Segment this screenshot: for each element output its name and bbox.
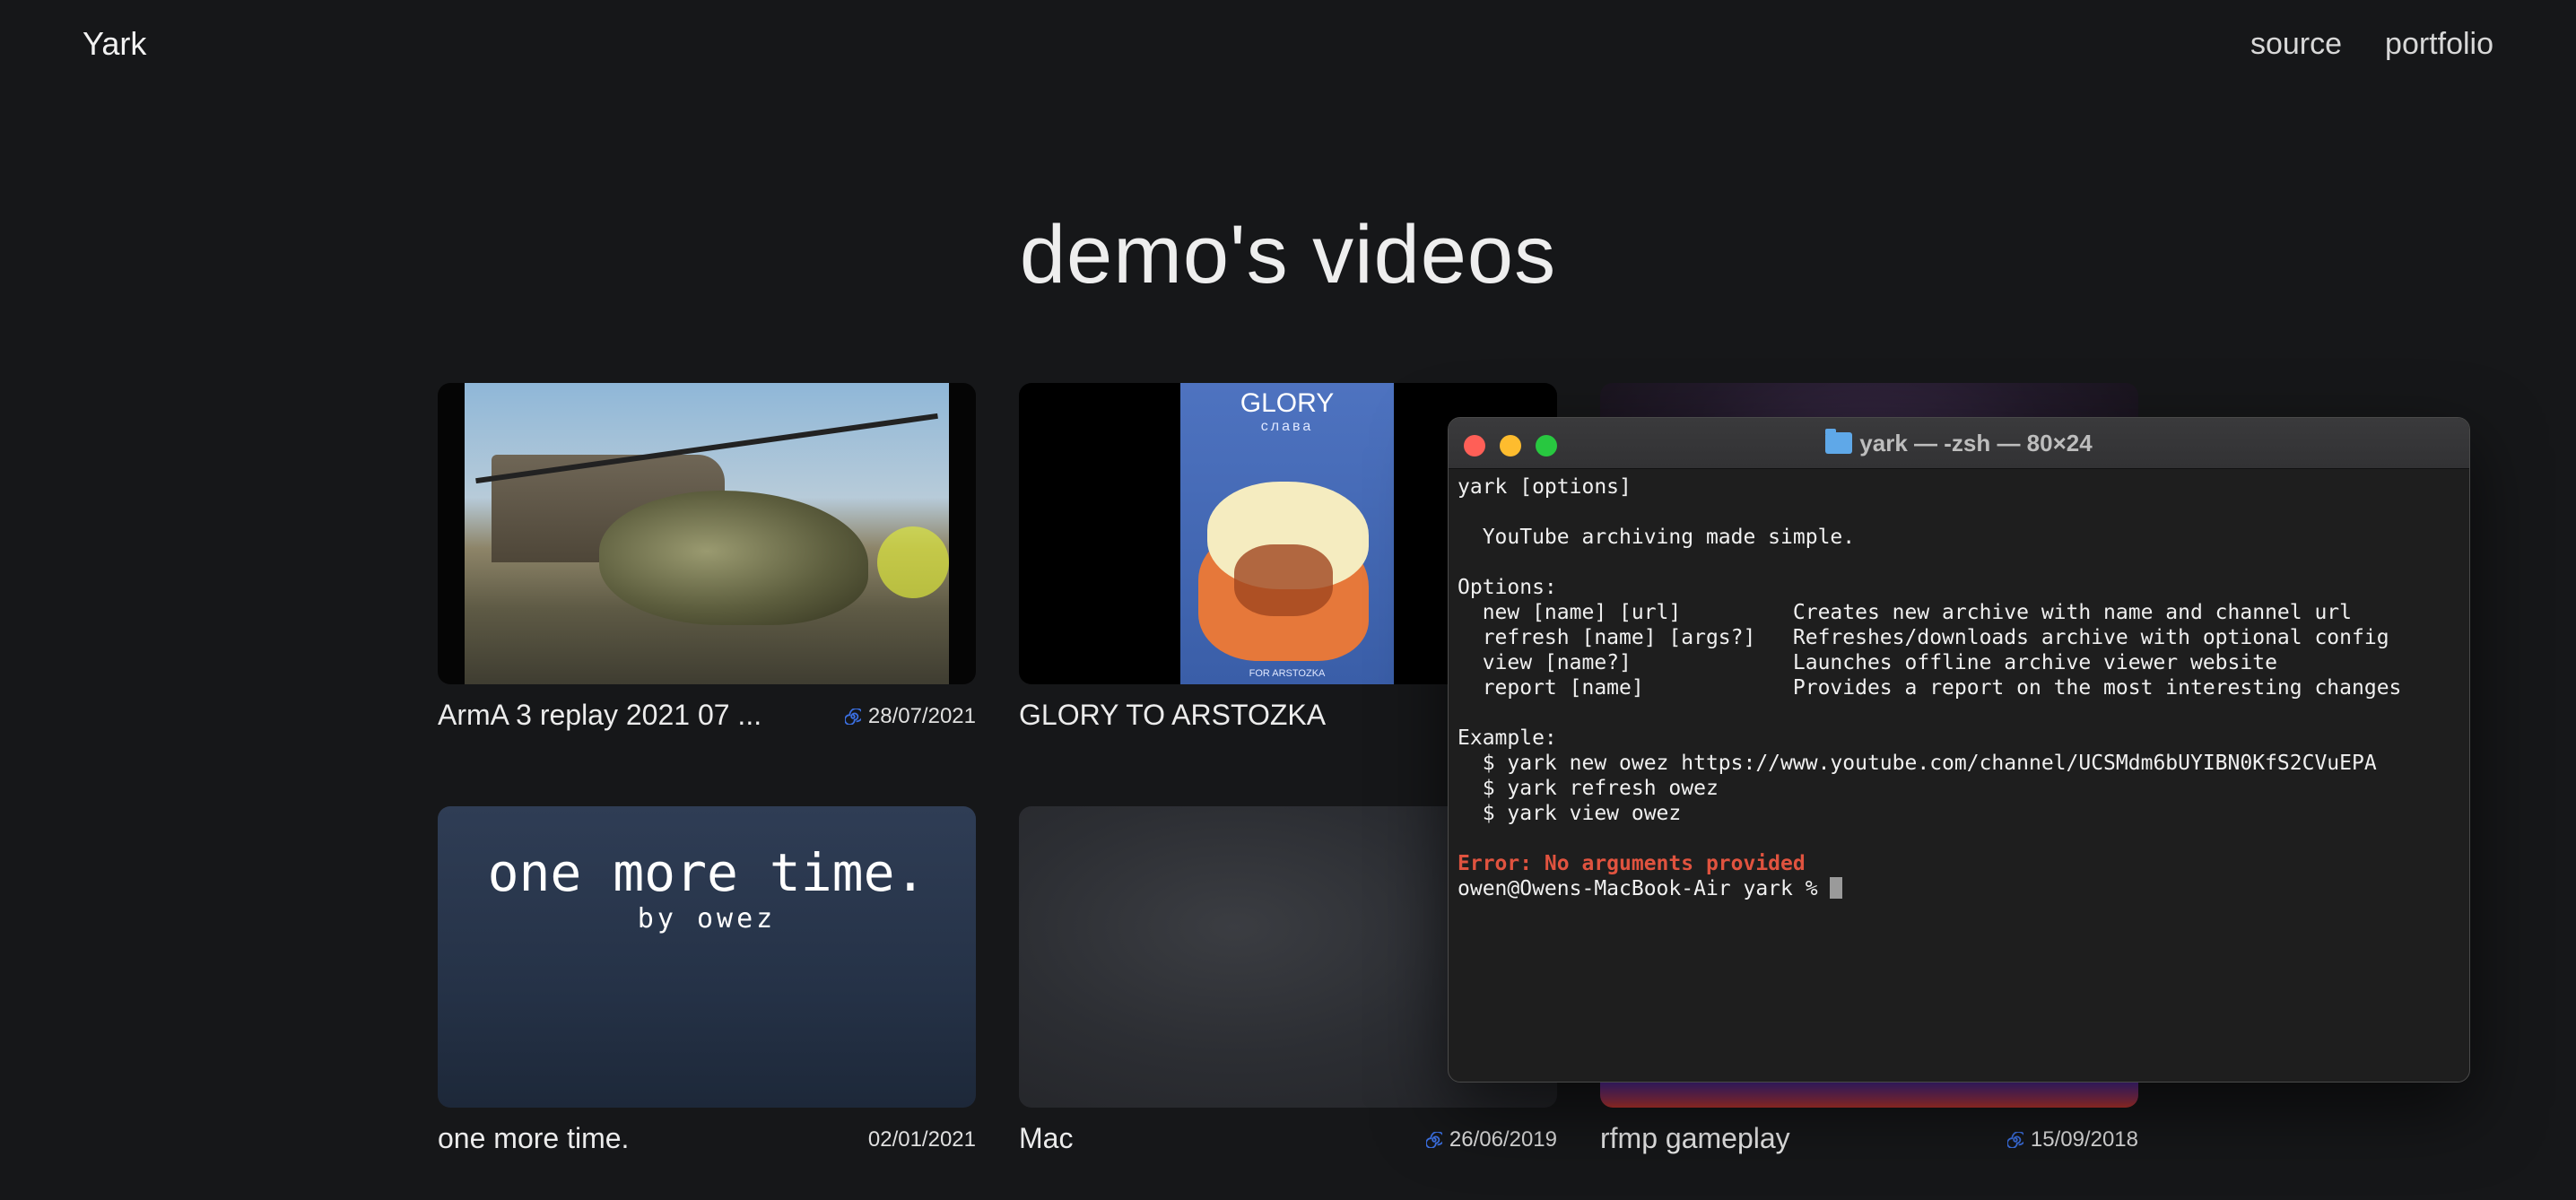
video-date: 02/01/2021: [868, 1127, 976, 1152]
terminal-line: report [name] Provides a report on the m…: [1458, 676, 2402, 700]
terminal-prompt: owen@Owens-MacBook-Air yark %: [1458, 877, 1831, 900]
video-title[interactable]: ArmA 3 replay 2021 07 ...: [438, 699, 761, 732]
terminal-titlebar[interactable]: yark — -zsh — 80×24: [1449, 418, 2469, 469]
thumbnail-detail: [1234, 544, 1333, 616]
video-title[interactable]: one more time.: [438, 1122, 629, 1155]
brand-logo[interactable]: Yark: [83, 25, 146, 63]
terminal-title-text: yark — -zsh — 80×24: [1859, 430, 2093, 457]
terminal-prompt-line[interactable]: owen@Owens-MacBook-Air yark %: [1458, 876, 2460, 901]
video-date-text: 28/07/2021: [867, 704, 976, 728]
terminal-line: refresh [name] [args?] Refreshes/downloa…: [1458, 626, 2389, 649]
video-card[interactable]: one more time. by owez one more time. 02…: [438, 806, 976, 1169]
poster-subtitle: слава: [1260, 419, 1314, 434]
nav-link-portfolio[interactable]: portfolio: [2385, 27, 2493, 62]
folder-icon: [1825, 429, 1853, 454]
terminal-line: view [name?] Launches offline archive vi…: [1458, 651, 2277, 674]
updated-spiral-icon: [2006, 1132, 2023, 1148]
video-date-text: 02/01/2021: [867, 1127, 976, 1152]
terminal-error-line: Error: No arguments provided: [1458, 852, 1806, 875]
video-date: 15/09/2018: [2006, 1127, 2138, 1152]
thumbnail-title-text: one more time.: [487, 842, 927, 903]
thumbnail-image: [465, 383, 949, 684]
top-nav-bar: Yark source portfolio: [0, 0, 2576, 90]
terminal-title: yark — -zsh — 80×24: [1449, 429, 2469, 457]
terminal-line: $ yark view owez: [1458, 802, 1682, 825]
terminal-line: $ yark refresh owez: [1458, 777, 1719, 800]
thumbnail-detail: [599, 491, 868, 625]
video-thumbnail[interactable]: one more time. by owez: [438, 806, 976, 1108]
terminal-line: yark [options]: [1458, 475, 1632, 499]
updated-spiral-icon: [1425, 1132, 1442, 1148]
poster-footer: FOR ARSTOZKA: [1249, 668, 1326, 679]
video-title[interactable]: rfmp gameplay: [1600, 1122, 1790, 1155]
terminal-line: Options:: [1458, 576, 1557, 599]
terminal-output[interactable]: yark [options] YouTube archiving made si…: [1449, 469, 2469, 907]
text-cursor: [1830, 877, 1843, 899]
updated-spiral-icon: [844, 709, 861, 725]
thumbnail-subtitle-text: by owez: [637, 903, 777, 935]
video-date-text: 15/09/2018: [2030, 1127, 2138, 1152]
video-date: 26/06/2019: [1425, 1127, 1557, 1152]
video-title[interactable]: Mac: [1019, 1122, 1073, 1155]
terminal-window[interactable]: yark — -zsh — 80×24 yark [options] YouTu…: [1448, 417, 2470, 1083]
terminal-line: Example:: [1458, 726, 1557, 750]
video-date: 28/07/2021: [844, 704, 976, 729]
terminal-line: $ yark new owez https://www.youtube.com/…: [1458, 752, 2377, 775]
thumbnail-image: GLORY слава FOR ARSTOZKA: [1180, 383, 1394, 684]
video-thumbnail[interactable]: [438, 383, 976, 684]
terminal-line: new [name] [url] Creates new archive wit…: [1458, 601, 2352, 624]
thumbnail-detail: [877, 526, 949, 598]
poster-title: GLORY: [1240, 388, 1335, 418]
video-date-text: 26/06/2019: [1449, 1127, 1557, 1152]
nav-link-source[interactable]: source: [2250, 27, 2342, 62]
video-title[interactable]: GLORY TO ARSTOZKA: [1019, 699, 1326, 732]
page-title: demo's videos: [1019, 209, 1557, 300]
terminal-line: YouTube archiving made simple.: [1458, 526, 1856, 549]
nav-links: source portfolio: [2250, 27, 2493, 62]
video-card[interactable]: ArmA 3 replay 2021 07 ... 28/07/2021: [438, 383, 976, 745]
